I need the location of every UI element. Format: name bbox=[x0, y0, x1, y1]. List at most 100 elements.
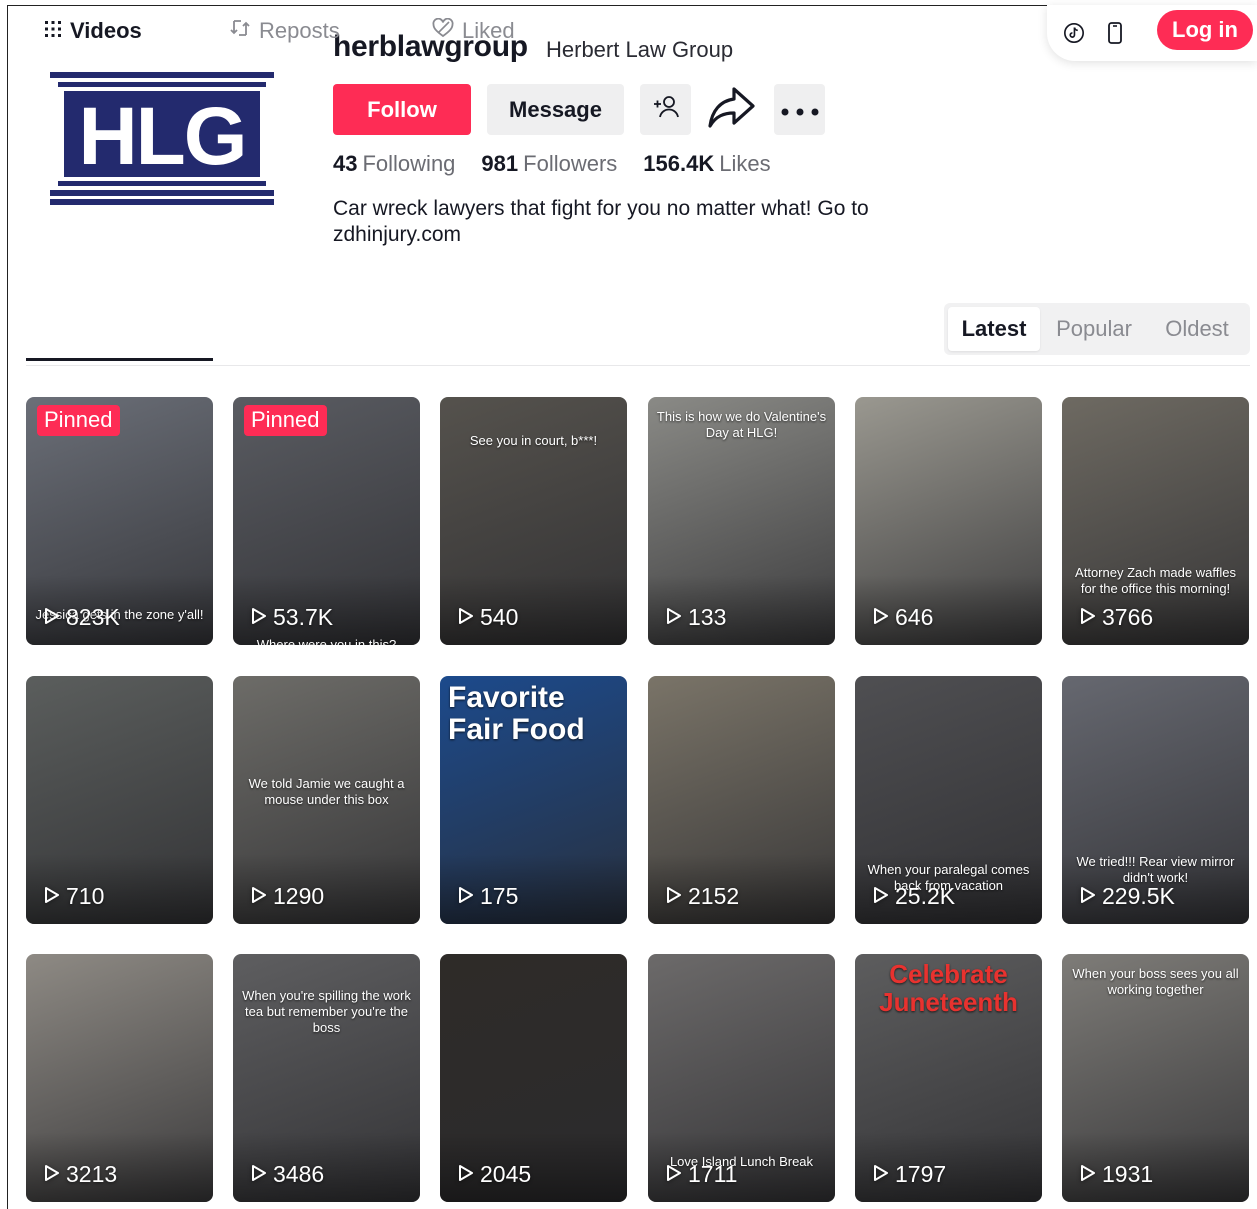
view-count-value: 133 bbox=[688, 604, 727, 630]
play-icon bbox=[251, 883, 267, 910]
pinned-badge: Pinned bbox=[244, 405, 327, 436]
tiktok-icon[interactable] bbox=[1062, 21, 1086, 45]
grid-icon bbox=[44, 18, 62, 44]
video-card[interactable]: Love Island Lunch Break 1711 bbox=[648, 954, 835, 1202]
profile-stats: 43 Following 981 Followers 156.4K Likes bbox=[333, 151, 771, 177]
play-icon bbox=[458, 1161, 474, 1188]
play-icon bbox=[873, 604, 889, 631]
view-count: 175 bbox=[458, 883, 518, 910]
play-icon bbox=[251, 604, 267, 631]
play-icon bbox=[666, 604, 682, 631]
mobile-icon[interactable] bbox=[1103, 21, 1127, 45]
video-card[interactable]: This is how we do Valentine's Day at HLG… bbox=[648, 397, 835, 645]
video-card[interactable]: See you in court, b***! 540 bbox=[440, 397, 627, 645]
stat-following[interactable]: 43 Following bbox=[333, 151, 455, 177]
video-card[interactable]: We told Jamie we caught a mouse under th… bbox=[233, 676, 420, 924]
view-count-value: 25.2K bbox=[895, 883, 956, 909]
view-count-value: 540 bbox=[480, 604, 519, 630]
video-card[interactable]: Jessica gets in the zone y'all! Pinned 823… bbox=[26, 397, 213, 645]
play-icon bbox=[458, 883, 474, 910]
heart-icon bbox=[432, 17, 454, 44]
video-card[interactable]: 2045 bbox=[440, 954, 627, 1202]
more-dots-icon bbox=[780, 97, 820, 123]
follow-button[interactable]: Follow bbox=[333, 84, 471, 135]
view-count-value: 229.5K bbox=[1102, 883, 1175, 909]
profile-bio: Car wreck lawyers that fight for you no … bbox=[333, 197, 869, 246]
view-count-value: 175 bbox=[480, 883, 519, 909]
video-card[interactable]: Celebrate Juneteenth 1797 bbox=[855, 954, 1042, 1202]
view-count-value: 1711 bbox=[688, 1161, 738, 1187]
add-friend-button[interactable] bbox=[640, 84, 691, 135]
login-button[interactable]: Log in bbox=[1157, 10, 1253, 50]
view-count-value: 823K bbox=[66, 604, 120, 630]
profile-avatar-logo: HLG bbox=[50, 72, 274, 206]
video-card[interactable]: 646 bbox=[855, 397, 1042, 645]
play-icon bbox=[1080, 604, 1096, 631]
more-options-button[interactable] bbox=[774, 84, 825, 135]
view-count: 540 bbox=[458, 604, 518, 631]
video-caption: Celebrate Juneteenth bbox=[879, 959, 1018, 1017]
video-caption: This is how we do Valentine's Day at HLG… bbox=[656, 409, 827, 440]
stat-followers[interactable]: 981 Followers bbox=[481, 151, 617, 177]
video-caption: When your boss sees you all working toge… bbox=[1072, 966, 1239, 997]
video-caption: Attorney Zach made waffles for the offic… bbox=[1075, 565, 1236, 596]
view-count: 3213 bbox=[44, 1161, 117, 1188]
video-card[interactable]: Attorney Zach made waffles for the offic… bbox=[1062, 397, 1249, 645]
view-count: 2045 bbox=[458, 1161, 531, 1188]
video-caption: Favorite Fair Food bbox=[448, 681, 585, 746]
repost-icon bbox=[229, 18, 251, 44]
video-caption: When you're spilling the work tea but re… bbox=[242, 988, 411, 1035]
video-card[interactable]: 710 bbox=[26, 676, 213, 924]
view-count-value: 646 bbox=[895, 604, 934, 630]
view-count: 710 bbox=[44, 883, 104, 910]
view-count-value: 3766 bbox=[1102, 604, 1154, 630]
tab-liked[interactable]: Liked bbox=[432, 17, 515, 44]
view-count-value: 1290 bbox=[273, 883, 325, 909]
view-count-value: 1931 bbox=[1102, 1161, 1154, 1187]
share-button[interactable] bbox=[706, 84, 757, 135]
view-count: 53.7K bbox=[251, 604, 333, 631]
view-count: 646 bbox=[873, 604, 933, 631]
message-button[interactable]: Message bbox=[487, 84, 624, 135]
video-card[interactable]: 2152 bbox=[648, 676, 835, 924]
sort-oldest[interactable]: Oldest bbox=[1148, 307, 1246, 351]
logo-text: HLG bbox=[78, 91, 245, 182]
play-icon bbox=[873, 1161, 889, 1188]
view-count-value: 3213 bbox=[66, 1161, 118, 1187]
video-caption: We told Jamie we caught a mouse under th… bbox=[248, 776, 405, 807]
view-count: 2152 bbox=[666, 883, 739, 910]
play-icon bbox=[873, 883, 889, 910]
view-count: 3486 bbox=[251, 1161, 324, 1188]
display-name: Herbert Law Group bbox=[546, 37, 734, 62]
tab-videos[interactable]: Videos bbox=[44, 18, 142, 44]
sort-popular[interactable]: Popular bbox=[1044, 307, 1144, 351]
tab-reposts[interactable]: Reposts bbox=[229, 18, 340, 44]
sort-selector: Latest Popular Oldest bbox=[944, 303, 1250, 355]
view-count: 1290 bbox=[251, 883, 324, 910]
video-card[interactable]: 3213 bbox=[26, 954, 213, 1202]
video-card[interactable]: When your paralegal comes back from vaca… bbox=[855, 676, 1042, 924]
play-icon bbox=[666, 1161, 682, 1188]
view-count: 1931 bbox=[1080, 1161, 1153, 1188]
view-count-value: 1797 bbox=[895, 1161, 947, 1187]
view-count: 25.2K bbox=[873, 883, 955, 910]
add-user-icon bbox=[652, 95, 680, 125]
play-icon bbox=[44, 604, 60, 631]
play-icon bbox=[1080, 1161, 1096, 1188]
sort-latest[interactable]: Latest bbox=[948, 307, 1040, 351]
video-caption: We tried!!! Rear view mirror didn't work… bbox=[1076, 854, 1235, 885]
video-card[interactable]: We tried!!! Rear view mirror didn't work… bbox=[1062, 676, 1249, 924]
view-count-value: 2045 bbox=[480, 1161, 532, 1187]
video-card[interactable]: When you're spilling the work tea but re… bbox=[233, 954, 420, 1202]
video-card[interactable]: When your boss sees you all working toge… bbox=[1062, 954, 1249, 1202]
view-count: 229.5K bbox=[1080, 883, 1175, 910]
video-card[interactable]: Where were you in this? Pinned 53.7K bbox=[233, 397, 420, 645]
view-count: 823K bbox=[44, 604, 120, 631]
active-tab-indicator bbox=[26, 358, 213, 361]
view-count: 1797 bbox=[873, 1161, 946, 1188]
play-icon bbox=[44, 1161, 60, 1188]
video-card[interactable]: Favorite Fair Food 175 bbox=[440, 676, 627, 924]
view-count-value: 710 bbox=[66, 883, 105, 909]
stat-likes: 156.4K Likes bbox=[643, 151, 771, 176]
play-icon bbox=[666, 883, 682, 910]
